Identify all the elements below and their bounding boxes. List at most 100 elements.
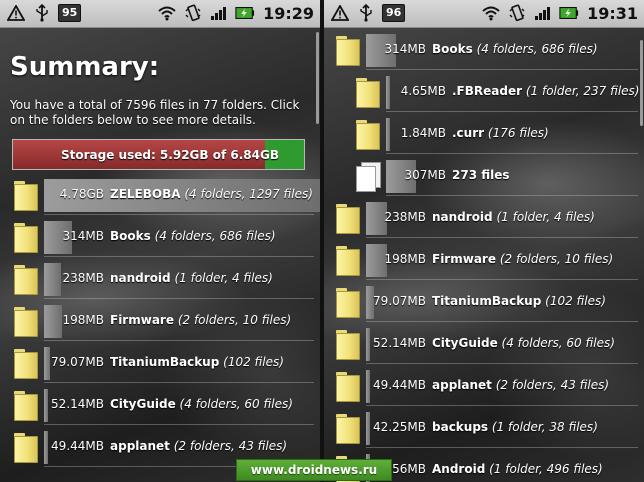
folder-icon <box>336 288 360 318</box>
folder-size: 314MB <box>384 42 427 56</box>
warning-icon <box>330 3 350 23</box>
row-divider <box>366 237 638 238</box>
status-clock: 19:31 <box>587 3 638 23</box>
folder-icon <box>336 330 360 360</box>
folder-name: applanet (2 folders, 43 files) <box>110 439 288 453</box>
folder-row[interactable]: 4.78GB ZELEBOBA (4 folders, 1297 files) <box>0 175 320 217</box>
folder-name: Books (4 folders, 686 files) <box>110 229 276 243</box>
folder-icon <box>336 372 360 402</box>
folder-size: 238MB <box>62 271 105 285</box>
folder-detail-view: 314MB Books (4 folders, 686 files) 4.65MB.… <box>324 28 644 482</box>
right-screen: 96 19:31 314MB Books (4 folders, 686 file… <box>324 0 644 482</box>
folder-size: 42.25MB <box>373 420 426 434</box>
folder-icon <box>14 265 38 295</box>
folder-size: 198MB <box>384 252 427 266</box>
row-divider <box>44 424 314 425</box>
scrollbar[interactable] <box>640 40 643 126</box>
row-divider <box>366 69 638 70</box>
folder-row[interactable]: 79.07MB TitaniumBackup (102 files) <box>0 343 320 385</box>
wifi-icon <box>157 3 177 23</box>
folder-icon <box>336 246 360 276</box>
folder-icon <box>14 223 38 253</box>
folder-size: 49.44MB <box>51 439 104 453</box>
folder-size: 238MB <box>384 210 427 224</box>
folder-row[interactable]: 238MB nandroid (1 folder, 4 files) <box>0 259 320 301</box>
folder-row[interactable]: 4.65MB .FBReader (1 folder, 237 files) <box>324 72 644 114</box>
usb-icon <box>356 3 376 23</box>
files-icon <box>356 162 382 192</box>
folder-name: .FBReader (1 folder, 237 files) <box>452 84 640 98</box>
vibrate-icon <box>183 3 203 23</box>
row-divider <box>366 279 638 280</box>
vibrate-icon <box>507 3 527 23</box>
folder-name: nandroid (1 folder, 4 files) <box>110 271 273 285</box>
folder-size: 79.07MB <box>51 355 104 369</box>
folder-size: 198MB <box>62 313 105 327</box>
row-divider <box>366 405 638 406</box>
folder-name: Android (1 folder, 496 files) <box>432 462 603 476</box>
folder-size: 4.78GB <box>59 187 104 201</box>
notification-count-badge: 95 <box>58 4 82 22</box>
folder-name: ZELEBOBA (4 folders, 1297 files) <box>110 187 313 201</box>
row-divider <box>44 256 314 257</box>
folder-icon <box>356 78 380 108</box>
folder-row[interactable]: 52.14MB CityGuide (4 folders, 60 files) <box>0 385 320 427</box>
folder-row[interactable]: 198MB Firmware (2 folders, 10 files) <box>0 301 320 343</box>
folder-row[interactable]: 314MB Books (4 folders, 686 files) <box>324 30 644 72</box>
battery-charging-icon <box>235 3 255 23</box>
row-divider <box>386 111 638 112</box>
folder-name: Books (4 folders, 686 files) <box>432 42 598 56</box>
folder-name: .curr (176 files) <box>452 126 549 140</box>
file-group-row[interactable]: 307MB 273 files <box>324 156 644 198</box>
status-clock: 19:29 <box>263 3 314 23</box>
folder-icon <box>336 414 360 444</box>
left-screen: 95 19:29 Summary: You have a total of 75… <box>0 0 320 482</box>
row-divider <box>44 214 314 215</box>
storage-usage-label: Storage used: 5.92GB of 6.84GB <box>61 147 279 162</box>
folder-size: 1.84MB <box>400 126 446 140</box>
folder-row[interactable]: 238MB nandroid (1 folder, 4 files) <box>324 198 644 240</box>
battery-charging-icon <box>559 3 579 23</box>
folder-row[interactable]: 49.44MB applanet (2 folders, 43 files) <box>324 366 644 408</box>
watermark: www.droidnews.ru <box>236 459 392 481</box>
summary-description: You have a total of 7596 files in 77 fol… <box>10 98 300 127</box>
folder-icon <box>336 36 360 66</box>
row-divider <box>44 340 314 341</box>
folder-icon <box>14 433 38 463</box>
folder-name: backups (1 folder, 38 files) <box>432 420 598 434</box>
notification-count-badge: 96 <box>382 4 406 22</box>
storage-usage-bar: Storage used: 5.92GB of 6.84GB <box>12 139 305 170</box>
folder-icon <box>14 181 38 211</box>
folder-row[interactable]: 79.07MB TitaniumBackup (102 files) <box>324 282 644 324</box>
folder-row[interactable]: 42.25MB backups (1 folder, 38 files) <box>324 408 644 450</box>
folder-name: Firmware (2 folders, 10 files) <box>432 252 614 266</box>
status-bar: 96 19:31 <box>324 0 644 28</box>
folder-size: 49.44MB <box>373 378 426 392</box>
row-divider <box>366 321 638 322</box>
folder-name: TitaniumBackup (102 files) <box>432 294 606 308</box>
folder-icon <box>14 391 38 421</box>
folder-icon <box>14 307 38 337</box>
folder-size: 52.14MB <box>51 397 104 411</box>
warning-icon <box>6 3 26 23</box>
usb-icon <box>32 3 52 23</box>
folder-name: nandroid (1 folder, 4 files) <box>432 210 595 224</box>
folder-name: applanet (2 folders, 43 files) <box>432 378 610 392</box>
folder-row[interactable]: 52.14MB CityGuide (4 folders, 60 files) <box>324 324 644 366</box>
folder-name: CityGuide (4 folders, 60 files) <box>110 397 293 411</box>
summary-view: Summary: You have a total of 7596 files … <box>0 28 320 482</box>
scrollbar[interactable] <box>316 32 319 124</box>
folder-row[interactable]: 1.84MB .curr (176 files) <box>324 114 644 156</box>
folder-name: TitaniumBackup (102 files) <box>110 355 284 369</box>
signal-icon <box>533 3 553 23</box>
folder-name: 273 files <box>452 168 510 182</box>
folder-size: 52.14MB <box>373 336 426 350</box>
signal-icon <box>209 3 229 23</box>
row-divider <box>386 153 638 154</box>
page-title: Summary: <box>10 52 160 82</box>
row-divider <box>366 447 638 448</box>
folder-row[interactable]: 314MB Books (4 folders, 686 files) <box>0 217 320 259</box>
wifi-icon <box>481 3 501 23</box>
folder-row[interactable]: 198MB Firmware (2 folders, 10 files) <box>324 240 644 282</box>
folder-size: 79.07MB <box>373 294 426 308</box>
